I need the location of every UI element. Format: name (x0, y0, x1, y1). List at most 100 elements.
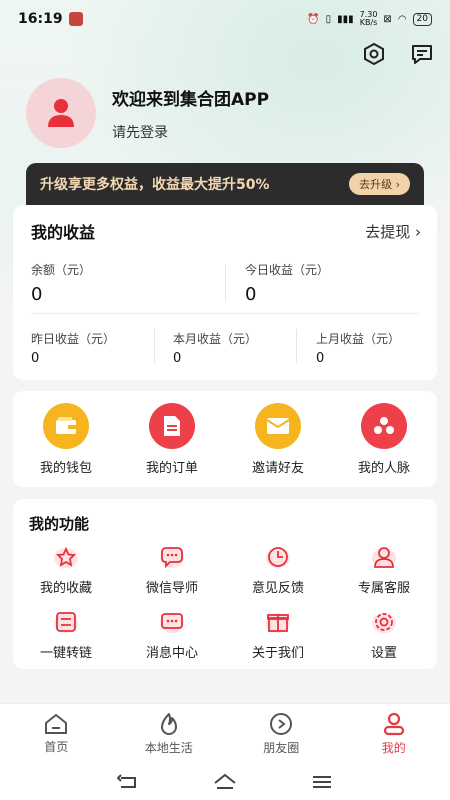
header-actions (360, 40, 436, 68)
divider (154, 329, 155, 363)
quick-label: 邀请好友 (251, 460, 304, 476)
quick-label: 我的钱包 (39, 460, 92, 476)
wifi-icon: ◠ (397, 13, 407, 25)
last-month-label: 上月收益（元） (316, 332, 401, 346)
features-title: 我的功能 (29, 515, 90, 533)
feature-label: 我的收藏 (39, 581, 92, 596)
tab-moments[interactable]: 朋友圈 (225, 704, 338, 763)
network-speed-unit: KB/s (359, 18, 378, 27)
quick-label: 我的人脉 (357, 460, 410, 476)
home-nav-icon[interactable] (213, 773, 237, 791)
service-icon (370, 543, 398, 571)
month-value: 0 (173, 351, 182, 366)
month-label: 本月收益（元） (173, 332, 258, 346)
feature-about-us[interactable]: 关于我们 (225, 608, 331, 661)
message-icon (158, 608, 186, 636)
feature-message-center[interactable]: 消息中心 (119, 608, 225, 661)
features-card: 我的功能 我的收藏 微信导师 意见反馈 专属客服 一键转链 消息中心 关于我们 … (13, 499, 437, 669)
user-icon (383, 712, 404, 735)
upgrade-banner[interactable]: 升级享更多权益，收益最大提升50% 去升级 › (26, 163, 424, 205)
back-icon[interactable] (117, 773, 139, 790)
tab-mine[interactable]: 我的 (338, 704, 450, 763)
wallet-icon (43, 402, 89, 449)
quick-label: 我的订单 (145, 460, 198, 476)
yesterday-label: 昨日收益（元） (31, 332, 116, 346)
circle-icon (270, 712, 293, 735)
earnings-title: 我的收益 (31, 223, 96, 242)
last-month-value: 0 (316, 351, 325, 366)
feature-label: 设置 (370, 646, 397, 661)
upgrade-button[interactable]: 去升级 › (349, 173, 410, 195)
signal-icon: ▮▮▮ (337, 13, 354, 25)
feature-customer-service[interactable]: 专属客服 (331, 543, 437, 596)
yesterday-stat: 昨日收益（元） 0 (31, 330, 115, 366)
quick-item-network[interactable]: 我的人脉 (339, 402, 429, 476)
withdraw-link[interactable]: 去提现 › (365, 221, 421, 242)
settings-hex-icon[interactable] (360, 40, 388, 68)
feature-convert-link[interactable]: 一键转链 (13, 608, 119, 661)
feature-favorites[interactable]: 我的收藏 (13, 543, 119, 596)
yesterday-value: 0 (31, 351, 40, 366)
tab-label: 朋友圈 (263, 740, 300, 755)
order-icon (149, 402, 195, 449)
quick-item-orders[interactable]: 我的订单 (127, 402, 217, 476)
status-indicators: ⏰ ▯ ▮▮▮ 7.30 KB/s ⊠ ◠ 20 (307, 11, 432, 27)
tab-home[interactable]: 首页 (0, 704, 113, 763)
feature-label: 意见反馈 (251, 581, 304, 596)
feature-feedback[interactable]: 意见反馈 (225, 543, 331, 596)
feature-label: 专属客服 (357, 581, 410, 596)
divider (31, 313, 419, 314)
balance-label: 余额（元） (31, 263, 92, 277)
home-icon (45, 713, 68, 734)
status-time: 16:19 (18, 11, 63, 27)
earnings-card: 我的收益 去提现 › 余额（元） 0 今日收益（元） 0 昨日收益（元） 0 本… (13, 205, 437, 380)
alarm-icon: ⏰ (307, 13, 320, 25)
divider (296, 329, 297, 363)
today-value: 0 (245, 284, 257, 305)
system-nav-bar (0, 763, 450, 800)
avatar[interactable] (26, 78, 96, 148)
today-label: 今日收益（元） (245, 263, 330, 277)
quick-actions: 我的钱包 我的订单 邀请好友 我的人脉 (13, 391, 437, 487)
envelope-icon (255, 402, 301, 449)
app-notification-icon (68, 12, 83, 26)
network-icon (361, 402, 407, 449)
gift-icon (264, 608, 292, 636)
sim-icon: ⊠ (383, 13, 392, 25)
star-icon (52, 543, 80, 571)
quick-item-wallet[interactable]: 我的钱包 (21, 402, 111, 476)
balance-value: 0 (31, 284, 43, 305)
today-stat: 今日收益（元） 0 (245, 261, 329, 305)
divider (225, 265, 226, 301)
link-icon (52, 608, 80, 636)
feedback-icon (264, 543, 292, 571)
status-bar: 16:19 ⏰ ▯ ▮▮▮ 7.30 KB/s ⊠ ◠ 20 (0, 0, 450, 38)
tab-label: 首页 (44, 739, 69, 754)
feature-label: 微信导师 (145, 581, 198, 596)
feature-label: 一键转链 (39, 646, 92, 661)
tab-local-life[interactable]: 本地生活 (113, 704, 226, 763)
chat-icon (158, 543, 186, 571)
login-link[interactable]: 请先登录 (112, 122, 269, 142)
network-speed: 7.30 KB/s (360, 11, 378, 27)
flame-icon (160, 712, 177, 735)
vibrate-icon: ▯ (325, 13, 332, 25)
upgrade-text: 升级享更多权益，收益最大提升50% (40, 177, 270, 193)
message-bubble-icon[interactable] (408, 40, 436, 68)
welcome-text: 欢迎来到集合团APP (112, 89, 270, 110)
quick-item-invite[interactable]: 邀请好友 (233, 402, 323, 476)
tab-label: 我的 (381, 740, 406, 755)
feature-label: 消息中心 (145, 646, 198, 661)
profile-section[interactable]: 欢迎来到集合团APP 请先登录 (26, 78, 269, 148)
feature-settings[interactable]: 设置 (331, 608, 437, 661)
feature-wechat-mentor[interactable]: 微信导师 (119, 543, 225, 596)
battery-icon: 20 (412, 12, 432, 26)
tab-bar: 首页 本地生活 朋友圈 我的 (0, 703, 450, 763)
tab-label: 本地生活 (144, 740, 193, 755)
month-stat: 本月收益（元） 0 (173, 330, 257, 366)
balance-stat: 余额（元） 0 (31, 261, 91, 305)
feature-label: 关于我们 (251, 646, 304, 661)
settings-icon (370, 608, 398, 636)
last-month-stat: 上月收益（元） 0 (316, 330, 400, 366)
menu-icon[interactable] (311, 774, 333, 790)
